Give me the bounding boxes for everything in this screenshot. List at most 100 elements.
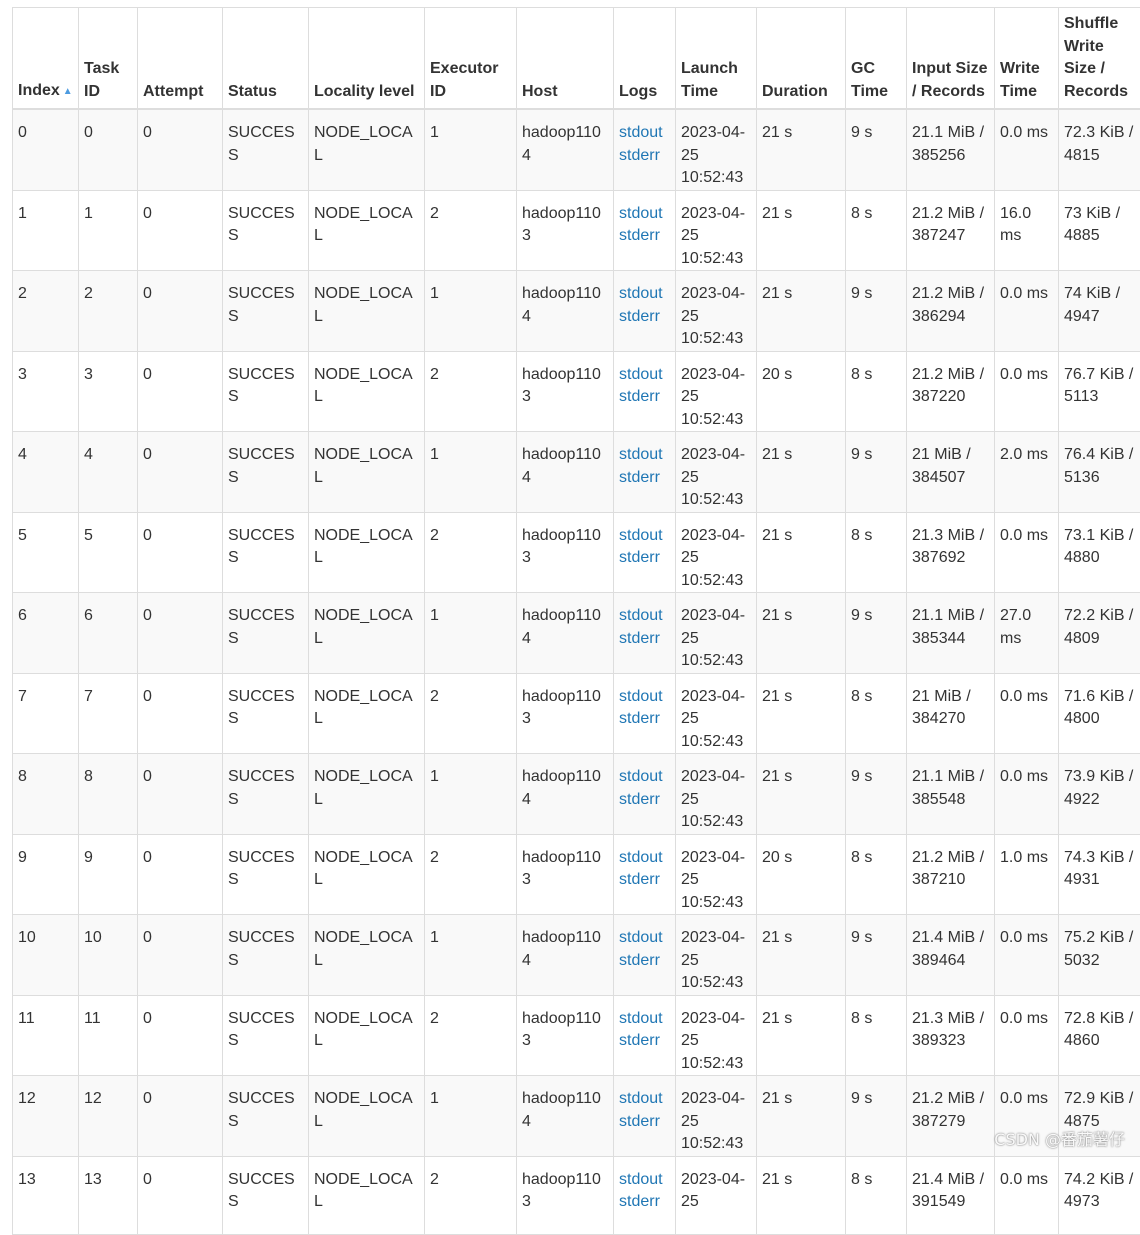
cell-logs: stdoutstderr <box>614 834 676 915</box>
stderr-link[interactable]: stderr <box>619 869 670 892</box>
cell-host: hadoop1104 <box>517 271 614 352</box>
cell-shuffle: 74.2 KiB / 4973 <box>1059 1156 1140 1234</box>
stderr-link[interactable]: stderr <box>619 789 670 812</box>
column-header-input-size-records[interactable]: Input Size / Records <box>907 8 995 110</box>
cell-attempt: 0 <box>138 109 223 190</box>
stdout-link[interactable]: stdout <box>619 283 670 306</box>
cell-write-time: 0.0 ms <box>995 915 1059 996</box>
stdout-link[interactable]: stdout <box>619 1008 670 1031</box>
cell-attempt: 0 <box>138 673 223 754</box>
cell-input: 21.2 MiB / 387210 <box>907 834 995 915</box>
cell-duration: 21 s <box>757 754 846 835</box>
cell-executor: 2 <box>425 1156 517 1234</box>
cell-shuffle: 75.2 KiB / 5032 <box>1059 915 1140 996</box>
stdout-link[interactable]: stdout <box>619 1088 670 1111</box>
column-header-gc-time[interactable]: GC Time <box>846 8 907 110</box>
stderr-link[interactable]: stderr <box>619 306 670 329</box>
stdout-link[interactable]: stdout <box>619 122 670 145</box>
cell-launch: 2023-04-25 10:52:43 <box>676 673 757 754</box>
cell-duration: 21 s <box>757 190 846 271</box>
stdout-link[interactable]: stdout <box>619 686 670 709</box>
cell-duration: 21 s <box>757 1156 846 1234</box>
column-header-label: Launch Time <box>681 60 738 100</box>
stdout-link[interactable]: stdout <box>619 766 670 789</box>
stderr-link[interactable]: stderr <box>619 547 670 570</box>
cell-logs: stdoutstderr <box>614 351 676 432</box>
table-row: 110SUCCESSNODE_LOCAL2hadoop1103stdoutstd… <box>13 190 1140 271</box>
column-header-index[interactable]: Index▲ <box>13 8 79 110</box>
stderr-link[interactable]: stderr <box>619 467 670 490</box>
column-header-task-id[interactable]: Task ID <box>79 8 138 110</box>
cell-status: SUCCESS <box>223 432 309 513</box>
stdout-link[interactable]: stdout <box>619 444 670 467</box>
column-header-label: Shuffle Write Size / Records <box>1064 15 1128 100</box>
cell-gc: 8 s <box>846 673 907 754</box>
cell-status: SUCCESS <box>223 190 309 271</box>
column-header-shuffle-write-size-records[interactable]: Shuffle Write Size / Records <box>1059 8 1140 110</box>
cell-gc: 8 s <box>846 995 907 1076</box>
cell-logs: stdoutstderr <box>614 109 676 190</box>
cell-logs: stdoutstderr <box>614 593 676 674</box>
cell-input: 21.3 MiB / 387692 <box>907 512 995 593</box>
stderr-link[interactable]: stderr <box>619 386 670 409</box>
column-header-label: Task ID <box>84 60 119 100</box>
column-header-write-time[interactable]: Write Time <box>995 8 1059 110</box>
table-row: 220SUCCESSNODE_LOCAL1hadoop1104stdoutstd… <box>13 271 1140 352</box>
sort-ascending-icon[interactable]: ▲ <box>63 81 73 104</box>
cell-host: hadoop1104 <box>517 915 614 996</box>
stderr-link[interactable]: stderr <box>619 1191 670 1214</box>
cell-status: SUCCESS <box>223 271 309 352</box>
cell-shuffle: 76.7 KiB / 5113 <box>1059 351 1140 432</box>
stderr-link[interactable]: stderr <box>619 1111 670 1134</box>
stderr-link[interactable]: stderr <box>619 1030 670 1053</box>
stdout-link[interactable]: stdout <box>619 605 670 628</box>
cell-status: SUCCESS <box>223 109 309 190</box>
stdout-link[interactable]: stdout <box>619 927 670 950</box>
column-header-executor-id[interactable]: Executor ID <box>425 8 517 110</box>
cell-attempt: 0 <box>138 1076 223 1157</box>
cell-status: SUCCESS <box>223 593 309 674</box>
cell-shuffle: 73 KiB / 4885 <box>1059 190 1140 271</box>
column-header-logs[interactable]: Logs <box>614 8 676 110</box>
cell-status: SUCCESS <box>223 673 309 754</box>
cell-gc: 9 s <box>846 109 907 190</box>
stderr-link[interactable]: stderr <box>619 145 670 168</box>
cell-attempt: 0 <box>138 754 223 835</box>
stderr-link[interactable]: stderr <box>619 225 670 248</box>
cell-logs: stdoutstderr <box>614 1076 676 1157</box>
column-header-attempt[interactable]: Attempt <box>138 8 223 110</box>
cell-attempt: 0 <box>138 190 223 271</box>
column-header-launch-time[interactable]: Launch Time <box>676 8 757 110</box>
cell-task-id: 13 <box>79 1156 138 1234</box>
column-header-host[interactable]: Host <box>517 8 614 110</box>
cell-launch: 2023-04-25 10:52:43 <box>676 1076 757 1157</box>
stderr-link[interactable]: stderr <box>619 950 670 973</box>
cell-task-id: 4 <box>79 432 138 513</box>
column-header-duration[interactable]: Duration <box>757 8 846 110</box>
cell-locality: NODE_LOCAL <box>309 593 425 674</box>
cell-logs: stdoutstderr <box>614 512 676 593</box>
cell-logs: stdoutstderr <box>614 915 676 996</box>
cell-shuffle: 73.9 KiB / 4922 <box>1059 754 1140 835</box>
cell-duration: 21 s <box>757 1076 846 1157</box>
cell-launch: 2023-04-25 10:52:43 <box>676 593 757 674</box>
cell-logs: stdoutstderr <box>614 190 676 271</box>
column-header-locality-level[interactable]: Locality level <box>309 8 425 110</box>
stdout-link[interactable]: stdout <box>619 1169 670 1192</box>
stderr-link[interactable]: stderr <box>619 708 670 731</box>
cell-logs: stdoutstderr <box>614 673 676 754</box>
stdout-link[interactable]: stdout <box>619 364 670 387</box>
cell-attempt: 0 <box>138 512 223 593</box>
stdout-link[interactable]: stdout <box>619 203 670 226</box>
column-header-status[interactable]: Status <box>223 8 309 110</box>
cell-locality: NODE_LOCAL <box>309 512 425 593</box>
stdout-link[interactable]: stdout <box>619 847 670 870</box>
cell-gc: 8 s <box>846 834 907 915</box>
cell-duration: 20 s <box>757 834 846 915</box>
stderr-link[interactable]: stderr <box>619 628 670 651</box>
cell-gc: 8 s <box>846 190 907 271</box>
cell-index: 10 <box>13 915 79 996</box>
cell-write-time: 1.0 ms <box>995 834 1059 915</box>
table-header-row: Index▲Task ID AttemptStatusLocality level… <box>13 8 1140 110</box>
stdout-link[interactable]: stdout <box>619 525 670 548</box>
